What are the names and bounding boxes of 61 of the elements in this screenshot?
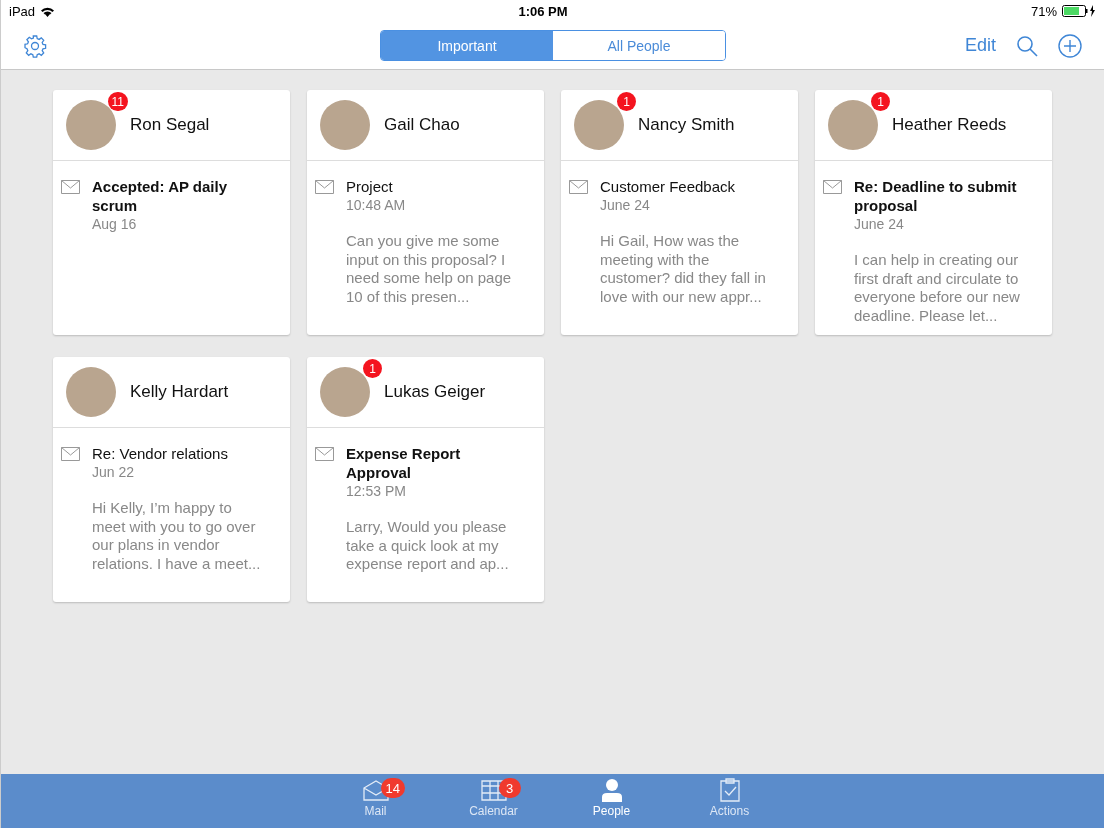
email-subject: Customer Feedback xyxy=(600,177,737,196)
battery-charging-icon xyxy=(1062,5,1096,17)
envelope-icon xyxy=(315,180,334,194)
email-subject: Re: Vendor relations xyxy=(92,444,229,463)
email-subject: Re: Deadline to submit proposal xyxy=(854,177,1018,215)
tab-bar-item[interactable]: Calendar 3 xyxy=(453,778,534,828)
unread-count: 11 xyxy=(107,92,128,111)
contact-name: Nancy Smith xyxy=(638,115,735,135)
email-subject: Project xyxy=(346,177,394,196)
envelope-icon xyxy=(315,447,334,461)
contact-card[interactable]: Gail Chao Project 10:48 AM Can you give me some input on this proposal? I need some help on page 10 of this presen... xyxy=(307,90,544,335)
tab-bar-item[interactable]: Mail 14 xyxy=(335,778,416,828)
contact-name: Gail Chao xyxy=(384,115,460,135)
envelope-icon xyxy=(569,180,588,194)
unread-count: 1 xyxy=(617,92,636,111)
tab-bar-item[interactable]: Actions xyxy=(689,778,770,828)
add-button[interactable] xyxy=(1058,33,1082,58)
tab-badge: 14 xyxy=(380,778,405,798)
email-preview: Hi Gail, How was the meeting with the customer? did they fall in love with our new appr... xyxy=(600,232,767,306)
calendar-icon xyxy=(479,778,508,802)
wifi-icon xyxy=(40,5,56,17)
contact-card[interactable]: 11 Ron Segal Accepted: AP daily scrum Aug 16 xyxy=(53,90,290,335)
envelope-icon xyxy=(61,180,80,194)
envelope-icon xyxy=(61,447,80,461)
email-preview: Larry, Would you please take a quick look at my expense report and ap... xyxy=(346,518,510,574)
avatar xyxy=(828,100,878,150)
email-preview: Hi Kelly, I’m happy to meet with you to go over our plans in vendor relations. I have a meet... xyxy=(92,499,262,573)
email-date: 10:48 AM xyxy=(346,196,407,214)
envelope-icon xyxy=(823,180,842,194)
avatar xyxy=(320,100,370,150)
contact-name: Heather Reeds xyxy=(892,115,1007,135)
email-date: Aug 16 xyxy=(92,215,138,233)
email-preview: I can help in creating our first draft and circulate to everyone before our new deadline. Please let... xyxy=(854,251,1021,325)
tab-bar-item[interactable]: People xyxy=(571,778,652,828)
settings-button[interactable] xyxy=(23,33,47,58)
avatar xyxy=(574,100,624,150)
contact-name: Ron Segal xyxy=(130,115,210,135)
contact-card[interactable]: 1 Nancy Smith Customer Feedback June 24 Hi Gail, How was the meeting with the customer? did they fall in love with our new appr... xyxy=(561,90,798,335)
edit-button[interactable]: Edit xyxy=(964,35,996,56)
clock-time: 1:06 PM xyxy=(518,3,568,19)
email-date: June 24 xyxy=(600,196,651,214)
email-date: Jun 22 xyxy=(92,463,136,481)
contact-name: Lukas Geiger xyxy=(384,382,486,402)
avatar xyxy=(320,367,370,417)
search-button[interactable] xyxy=(1016,34,1038,57)
contact-name: Kelly Hardart xyxy=(130,382,229,402)
email-date: June 24 xyxy=(854,215,905,233)
email-subject: Expense Report Approval xyxy=(346,444,462,482)
contact-card[interactable]: 1 Lukas Geiger Expense Report Approval 12:53 PM Larry, Would you please take a quick look at my expense report and ap... xyxy=(307,357,544,602)
segment-tab[interactable]: Important xyxy=(381,31,553,60)
avatar xyxy=(66,367,116,417)
unread-count: 1 xyxy=(871,92,890,111)
email-subject: Accepted: AP daily scrum xyxy=(92,177,229,215)
email-preview: Can you give me some input on this proposal? I need some help on page 10 of this presen... xyxy=(346,232,513,306)
email-date: 12:53 PM xyxy=(346,482,407,500)
battery-percent: 71% xyxy=(1030,3,1057,19)
contact-card[interactable]: Kelly Hardart Re: Vendor relations Jun 22 Hi Kelly, I’m happy to meet with you to go over our plans in vendor relations. I have a meet... xyxy=(53,357,290,602)
tab-badge: 3 xyxy=(498,778,521,798)
contact-card[interactable]: 1 Heather Reeds Re: Deadline to submit proposal June 24 I can help in creating our first draft and circulate to everyone before our new deadline. Please let... xyxy=(815,90,1052,335)
unread-count: 1 xyxy=(363,359,382,378)
device-name: iPad xyxy=(9,3,36,19)
